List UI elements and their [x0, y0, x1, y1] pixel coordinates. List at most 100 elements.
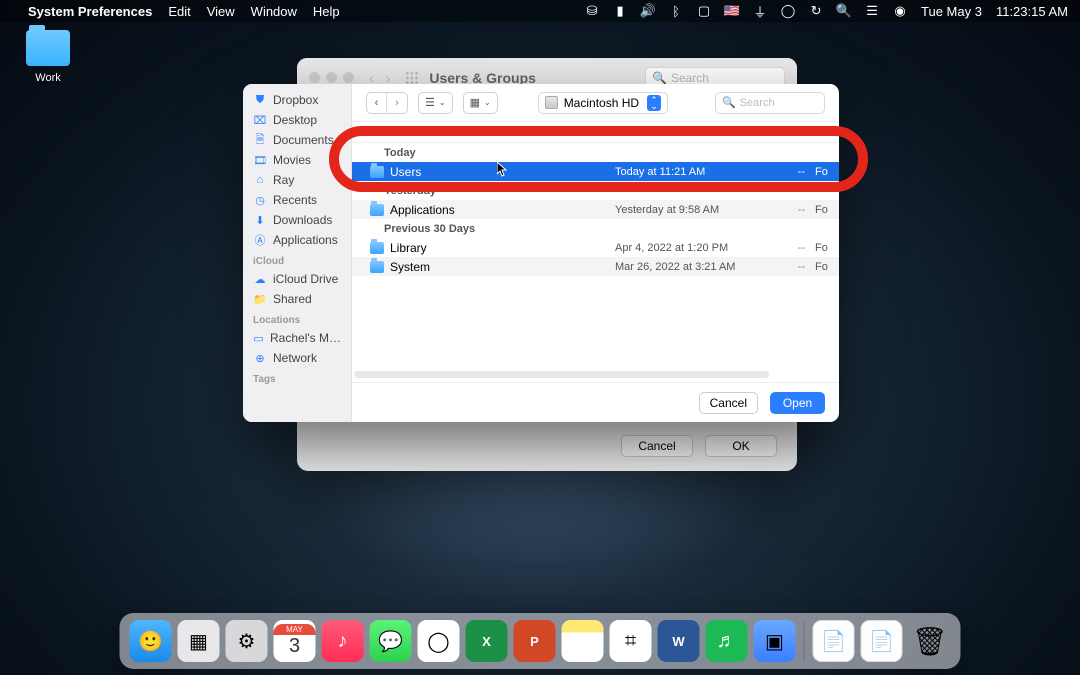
traffic-close-icon[interactable]	[309, 72, 320, 83]
control-center-icon[interactable]: ☰	[865, 4, 879, 18]
col-name[interactable]: Name⌃	[352, 126, 615, 138]
menu-view[interactable]: View	[207, 4, 235, 19]
sidebar-item-movies[interactable]: 🎞Movies	[243, 150, 351, 170]
sidebar-item-documents[interactable]: 🗎Documents	[243, 130, 351, 150]
folder-icon	[370, 204, 384, 216]
dock-calendar[interactable]: MAY3	[274, 620, 316, 662]
cloud-icon: ☁	[253, 272, 267, 286]
timemachine-icon[interactable]: ↻	[809, 4, 823, 18]
user-icon[interactable]: ◯	[781, 4, 795, 18]
location-popup[interactable]: Macintosh HD ⌃⌄	[538, 92, 668, 114]
dock-launchpad[interactable]: ▦	[178, 620, 220, 662]
sort-asc-icon: ⌃	[599, 127, 607, 138]
menubar-time[interactable]: 11:23:15 AM	[996, 4, 1068, 19]
col-kind[interactable]: Ki	[815, 126, 839, 138]
folder-icon	[370, 261, 384, 273]
search-icon: 🔍	[722, 96, 736, 109]
flag-icon[interactable]: 🇺🇸	[725, 4, 739, 18]
file-size: --	[755, 166, 815, 178]
view-list-button[interactable]: ☰ ⌄	[418, 92, 453, 114]
nav-back-button[interactable]: ‹	[367, 93, 387, 113]
volume-icon[interactable]: 🔊	[641, 4, 655, 18]
sidebar-item-icloud-drive[interactable]: ☁ iCloud Drive	[243, 269, 351, 289]
bluetooth-icon[interactable]: ᛒ	[669, 4, 683, 18]
group-label: Previous 30 Days	[352, 219, 839, 238]
dropbox-icon: ⛊	[253, 93, 267, 107]
menu-help[interactable]: Help	[313, 4, 340, 19]
group-label: Yesterday	[352, 181, 839, 200]
file-kind: Fo	[815, 242, 839, 254]
location-label: Macintosh HD	[564, 96, 639, 110]
file-name: Applications	[390, 203, 455, 217]
file-row-library[interactable]: Library Apr 4, 2022 at 1:20 PM -- Fo	[352, 238, 839, 257]
downloads-icon: ⬇	[253, 213, 267, 227]
menu-edit[interactable]: Edit	[168, 4, 190, 19]
desktop-icon: ⌧	[253, 113, 267, 127]
open-button[interactable]: Open	[770, 392, 825, 414]
dropbox-menu-icon[interactable]: ⛁	[585, 4, 599, 18]
dock-word[interactable]: W	[658, 620, 700, 662]
dock-screenshot[interactable]: ▣	[754, 620, 796, 662]
sidebar-item-network[interactable]: ⊕Network	[243, 348, 351, 368]
open-dialog-sidebar: ⛊Dropbox⌧Desktop🗎Documents🎞Movies⌂Ray◷Re…	[243, 84, 352, 422]
nav-fwd-button[interactable]: ›	[387, 93, 407, 113]
file-row-applications[interactable]: Applications Yesterday at 9:58 AM -- Fo	[352, 200, 839, 219]
dock-trash[interactable]: 🗑	[909, 620, 951, 662]
menu-window[interactable]: Window	[251, 4, 297, 19]
dock-system-preferences[interactable]: ⚙	[226, 620, 268, 662]
dock-document-1[interactable]: 📄	[813, 620, 855, 662]
sp-ok-button[interactable]: OK	[705, 435, 777, 457]
battery-menu-icon-a[interactable]: ▮	[613, 4, 627, 18]
sidebar-item-shared[interactable]: 📁Shared	[243, 289, 351, 309]
desktop-folder-work[interactable]: Work	[18, 30, 78, 84]
sidebar-item-downloads[interactable]: ⬇Downloads	[243, 210, 351, 230]
sidebar-head-icloud: iCloud	[243, 250, 351, 269]
menubar: System Preferences Edit View Window Help…	[0, 0, 1080, 22]
applications-icon: Ⓐ	[253, 233, 267, 247]
menubar-date[interactable]: Tue May 3	[921, 4, 982, 19]
view-grid-button[interactable]: ▦ ⌄	[463, 92, 498, 114]
file-size: --	[755, 204, 815, 216]
col-size[interactable]: Size	[755, 126, 815, 138]
movies-icon: 🎞	[253, 153, 267, 167]
sidebar-item-dropbox[interactable]: ⛊Dropbox	[243, 90, 351, 110]
sidebar-item-ray[interactable]: ⌂Ray	[243, 170, 351, 190]
battery-icon[interactable]: ▢	[697, 4, 711, 18]
dock-music[interactable]: ♪	[322, 620, 364, 662]
sidebar-item-label: Ray	[273, 173, 294, 187]
dock-document-2[interactable]: 📄	[861, 620, 903, 662]
dock-spotify[interactable]: ♬	[706, 620, 748, 662]
dock: 🙂 ▦ ⚙ MAY3 ♪ 💬 ◯ X P ⌗ W ♬ ▣ 📄 📄 🗑	[120, 613, 961, 669]
file-size: --	[755, 261, 815, 273]
disk-icon	[545, 96, 558, 109]
grid-icon[interactable]	[405, 71, 419, 85]
sidebar-item-recents[interactable]: ◷Recents	[243, 190, 351, 210]
spotlight-icon[interactable]: 🔍	[837, 4, 851, 18]
file-list: Today Users Today at 11:21 AM -- Fo Yest…	[352, 143, 839, 382]
file-kind: Fo	[815, 261, 839, 273]
col-date[interactable]: Date Modified	[615, 126, 755, 138]
sidebar-item-rachel-s-m-[interactable]: ▭Rachel's M…	[243, 328, 351, 348]
dock-powerpoint[interactable]: P	[514, 620, 556, 662]
traffic-max-icon[interactable]	[343, 72, 354, 83]
sidebar-item-applications[interactable]: ⒶApplications	[243, 230, 351, 250]
file-row-system[interactable]: System Mar 26, 2022 at 3:21 AM -- Fo	[352, 257, 839, 276]
file-row-users[interactable]: Users Today at 11:21 AM -- Fo	[352, 162, 839, 181]
open-dialog-search[interactable]: 🔍 Search	[715, 92, 825, 114]
dock-notes[interactable]	[562, 620, 604, 662]
wifi-icon[interactable]: ⏚	[753, 4, 767, 18]
traffic-min-icon[interactable]	[326, 72, 337, 83]
siri-icon[interactable]: ◉	[893, 4, 907, 18]
dock-chrome[interactable]: ◯	[418, 620, 460, 662]
sidebar-item-desktop[interactable]: ⌧Desktop	[243, 110, 351, 130]
sp-cancel-button[interactable]: Cancel	[621, 435, 693, 457]
app-menu[interactable]: System Preferences	[28, 4, 152, 19]
sidebar-item-label: iCloud Drive	[273, 272, 338, 286]
dock-slack[interactable]: ⌗	[610, 620, 652, 662]
dock-excel[interactable]: X	[466, 620, 508, 662]
file-name: System	[390, 260, 430, 274]
dock-finder[interactable]: 🙂	[130, 620, 172, 662]
horizontal-scrollbar[interactable]	[354, 371, 769, 378]
dock-messages[interactable]: 💬	[370, 620, 412, 662]
open-cancel-button[interactable]: Cancel	[699, 392, 758, 414]
